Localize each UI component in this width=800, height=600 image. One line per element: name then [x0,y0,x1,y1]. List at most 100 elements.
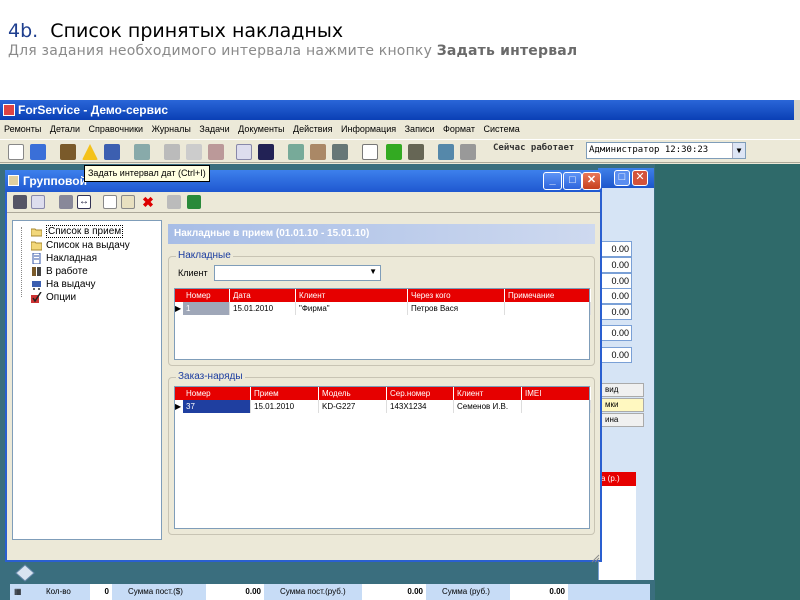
bg-maximize-button[interactable]: □ [614,170,630,186]
orders-grid: Номер Прием Модель Сер.номер Клиент IMEI… [174,386,591,529]
preview-icon[interactable] [236,144,252,160]
new-icon[interactable] [8,144,24,160]
check-icon [31,291,42,303]
report-icon[interactable] [288,144,304,160]
log-icon[interactable] [438,144,454,160]
sum-label: Сумма (руб.) [442,587,490,596]
column-header[interactable]: Примечание [505,289,591,302]
cut-icon[interactable] [164,144,180,160]
chevron-down-icon[interactable]: ▼ [732,143,745,158]
diamond-icon [14,564,36,582]
column-header[interactable]: Через кого [408,289,505,302]
table-cell[interactable] [522,400,591,413]
now-working-value: Администратор 12:30:23 [589,145,709,155]
binoculars-icon[interactable] [258,144,274,160]
preview-icon[interactable] [31,195,45,209]
table-row[interactable]: ▶ 1 15.01.2010 "Фирма" Петров Вася [175,302,591,315]
tree-item-in-work[interactable]: В работе [32,265,88,278]
table-cell[interactable]: Семенов И.В. [454,400,522,413]
phone-icon[interactable] [408,144,424,160]
excel-icon[interactable] [187,195,201,209]
table-cell[interactable]: "Фирма" [296,302,408,315]
menu-journals[interactable]: Журналы [152,124,191,134]
column-header[interactable]: Прием [251,387,319,400]
open-icon[interactable] [30,144,46,160]
cart-icon [31,279,42,290]
table-cell[interactable] [505,302,591,315]
delete-icon[interactable]: ✖ [141,195,155,209]
bg-tab[interactable]: ина [600,413,644,427]
print-icon[interactable] [332,144,348,160]
table-cell[interactable]: 15.01.2010 [230,302,296,315]
bg-value-field: 0.00 [600,325,632,341]
now-working-combo[interactable]: Администратор 12:30:23 ▼ [586,142,746,159]
column-header[interactable]: Дата [230,289,296,302]
column-header[interactable]: Номер [183,289,230,302]
panel-header: Накладные в прием (01.01.10 - 15.01.10) [168,224,595,244]
menu-parts[interactable]: Детали [50,124,80,134]
menu-records[interactable]: Записи [405,124,435,134]
table-cell[interactable]: 37 [183,400,251,413]
app-title: ForService - Демо-сервис [18,103,169,117]
cart-icon[interactable] [104,144,120,160]
menu-tasks[interactable]: Задачи [199,124,229,134]
column-header[interactable]: Клиент [296,289,408,302]
qty-icon: ▦ [14,587,22,596]
repair-icon[interactable] [60,144,76,160]
slide-title-text: Список принятых накладных [50,20,344,42]
table-cell[interactable]: 1 [183,302,230,315]
column-header[interactable]: Клиент [454,387,522,400]
column-header[interactable]: Модель [319,387,387,400]
table-cell[interactable]: KD-G227 [319,400,387,413]
edit-document-icon[interactable] [121,195,135,209]
edit-icon[interactable] [310,144,326,160]
menu-references[interactable]: Справочники [89,124,144,134]
bg-close-button[interactable]: ✕ [632,170,648,186]
bg-value-field: 0.00 [600,257,632,273]
tree-item-issue-list[interactable]: Список на выдачу [30,239,130,252]
chip-icon[interactable] [386,144,402,160]
folder-icon [30,240,43,251]
save-icon[interactable] [59,195,73,209]
calculator-icon[interactable] [134,144,150,160]
client-select[interactable]: ▼ [214,265,381,281]
form-icon[interactable] [362,144,378,160]
paste-icon[interactable] [208,144,224,160]
close-button[interactable]: ✕ [582,172,601,190]
bg-value-field: 0.00 [600,288,632,304]
sum-usd-label: Сумма пост.($) [128,587,183,596]
chevron-down-icon[interactable]: ▼ [369,267,377,276]
maximize-button[interactable]: □ [563,172,582,190]
table-row[interactable]: ▶ 37 15.01.2010 KD-G227 143X1234 Семенов… [175,400,591,413]
resize-grip-icon[interactable] [590,550,600,563]
menu-repairs[interactable]: Ремонты [4,124,41,134]
tree-item-options[interactable]: Опции [31,291,76,304]
warning-icon[interactable] [82,144,98,160]
sum-usd-value: 0.00 [206,584,264,600]
column-header[interactable]: IMEI [522,387,591,400]
bg-tab[interactable]: вид [600,383,644,397]
menu-actions[interactable]: Действия [293,124,332,134]
table-cell[interactable]: 143X1234 [387,400,454,413]
table-cell[interactable]: 15.01.2010 [251,400,319,413]
print-icon[interactable] [13,195,27,209]
menubar: Ремонты Детали Справочники Журналы Задач… [0,120,800,138]
new-document-icon[interactable] [103,195,117,209]
bg-tab[interactable]: мки [600,398,644,412]
tree-item-intake-list[interactable]: Список в прием [30,225,124,238]
tree-item-invoice[interactable]: Накладная [32,252,97,265]
column-header[interactable]: Номер [183,387,251,400]
tree-item-to-issue[interactable]: На выдачу [32,278,95,291]
slide-number: 4b. [8,20,39,42]
print-list-icon[interactable] [167,195,181,209]
column-header[interactable]: Сер.номер [387,387,454,400]
minimize-button[interactable]: _ [543,172,562,190]
menu-system[interactable]: Система [484,124,520,134]
trash-icon[interactable] [460,144,476,160]
menu-format[interactable]: Формат [443,124,475,134]
set-interval-icon[interactable]: ↔ [77,195,91,209]
menu-info[interactable]: Информация [341,124,396,134]
copy-icon[interactable] [186,144,202,160]
menu-documents[interactable]: Документы [238,124,284,134]
table-cell[interactable]: Петров Вася [408,302,505,315]
